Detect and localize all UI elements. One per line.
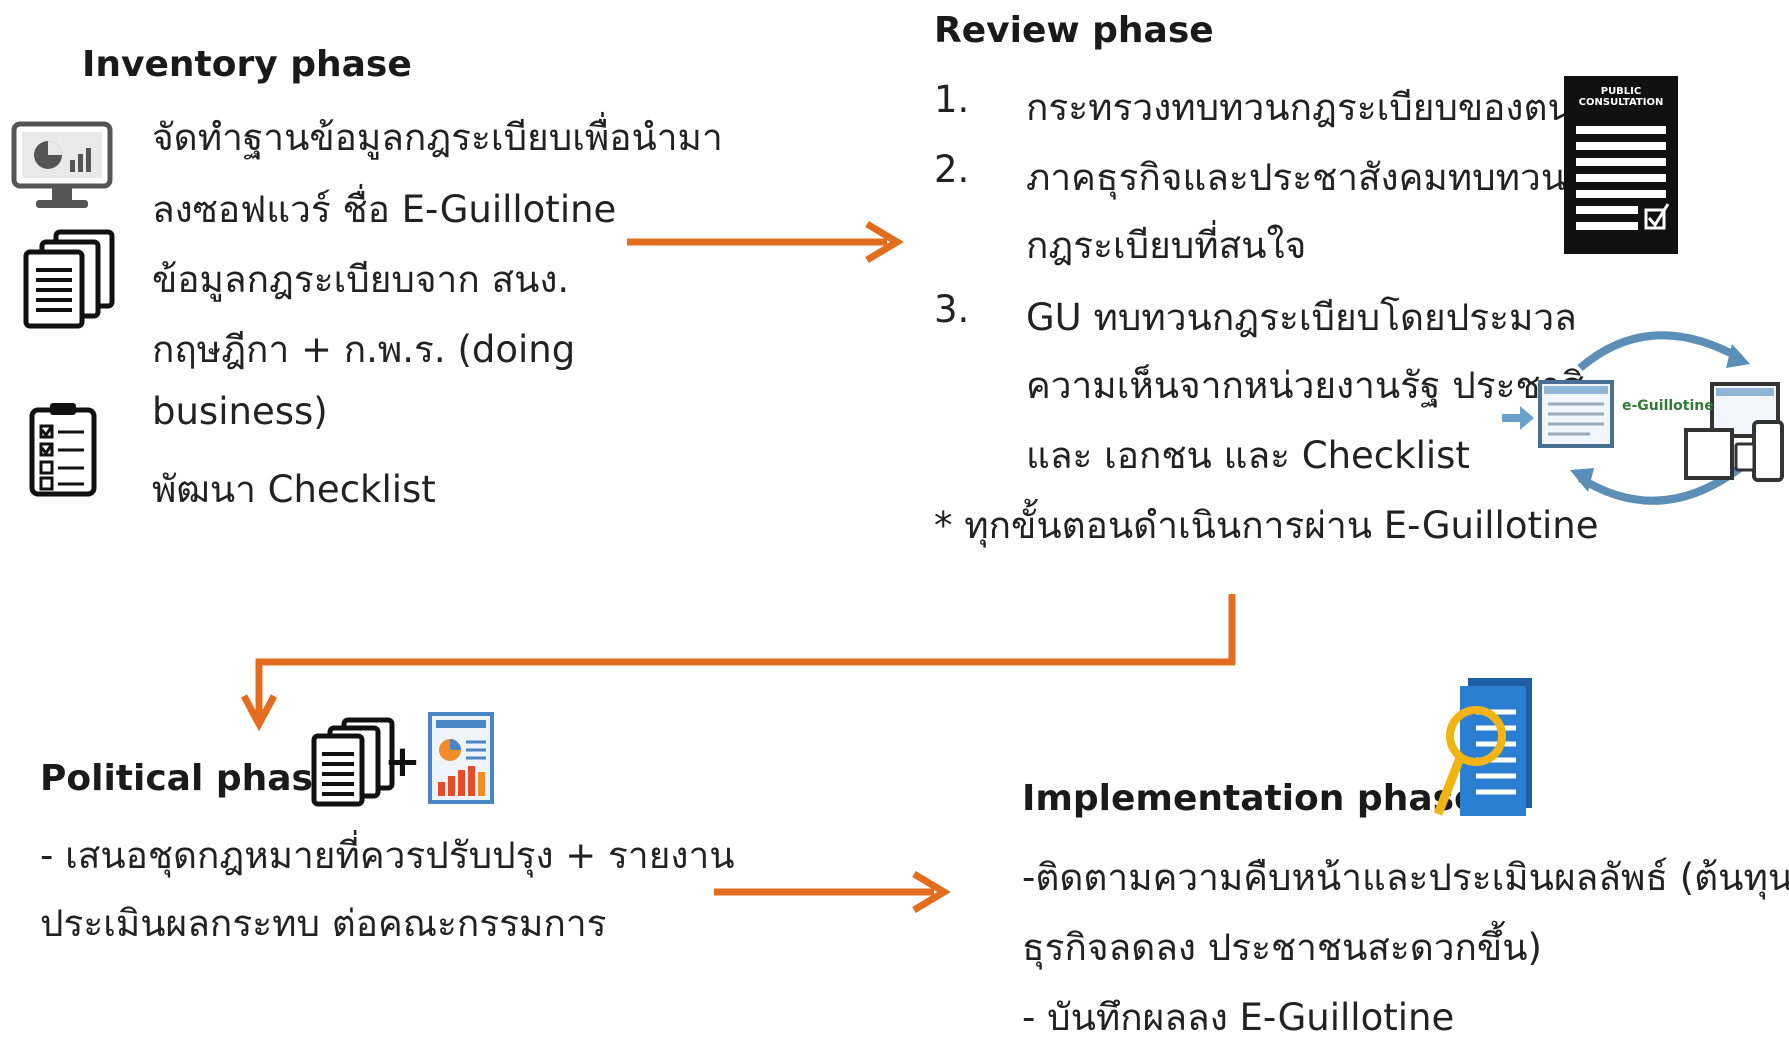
review-phase-title: Review phase — [934, 10, 1214, 51]
checklist-icon — [29, 403, 97, 497]
document-lines-icon — [1576, 126, 1670, 230]
inventory-phase-title: Inventory phase — [82, 44, 412, 85]
review-item-3-number: 3. — [934, 288, 970, 331]
implementation-line-3: - บันทึกผลลง E-Guillotine — [1022, 996, 1455, 1039]
review-item-2-line-1: ภาคธุรกิจและประชาสังคมทบทวน — [1026, 156, 1567, 199]
inventory-line-1: จัดทำฐานข้อมูลกฎระเบียบเพื่อนำมา — [152, 116, 723, 159]
e-guillotine-label: e-Guillotine — [1622, 398, 1714, 414]
public-consultation-label-line-1: PUBLIC — [1600, 86, 1642, 97]
review-item-3-line-3: และ เอกชน และ Checklist — [1026, 434, 1470, 477]
implementation-line-1: -ติดตามความคืบหน้าและประเมินผลลัพธ์ (ต้น… — [1022, 856, 1789, 899]
documents-stack-icon — [23, 229, 115, 329]
review-note: * ทุกขั้นตอนดำเนินการผ่าน E-Guillotine — [934, 504, 1599, 547]
e-guillotine-workflow-graphic — [1502, 331, 1784, 505]
review-item-3-line-1: GU ทบทวนกฎระเบียบโดยประมวล — [1026, 296, 1577, 339]
inventory-line-2: ลงซอฟแวร์ ชื่อ E-Guillotine — [152, 188, 617, 231]
implementation-phase-title: Implementation phase — [1022, 778, 1479, 819]
inventory-line-5: business) — [152, 390, 328, 433]
political-phase-title: Political phase — [40, 758, 338, 799]
review-item-2-line-2: กฎระเบียบที่สนใจ — [1026, 224, 1307, 267]
review-item-1-line-1: กระทรวงทบทวนกฎระเบียบของตน — [1026, 86, 1573, 129]
political-line-2: ประเมินผลกระทบ ต่อคณะกรรมการ — [40, 902, 607, 945]
arrow-inventory-to-review — [627, 220, 904, 264]
document-magnifier-icon — [1433, 678, 1532, 816]
implementation-line-2: ธุรกิจลดลง ประชาชนสะดวกขึ้น) — [1022, 926, 1542, 969]
inventory-line-6: พัฒนา Checklist — [152, 468, 436, 511]
public-consultation-label-line-2: CONSULTATION — [1578, 97, 1664, 108]
report-chart-icon — [428, 712, 494, 804]
public-consultation-label: PUBLIC CONSULTATION — [1564, 86, 1678, 108]
arrow-review-to-political — [240, 594, 1236, 732]
arrow-political-to-implementation — [714, 870, 951, 914]
plus-sign: + — [384, 736, 421, 787]
monitor-chart-icon — [11, 121, 113, 208]
review-item-1-number: 1. — [934, 78, 970, 121]
political-line-1: - เสนอชุดกฎหมายที่ควรปรับปรุง + รายงาน — [40, 834, 735, 877]
inventory-line-3: ข้อมูลกฎระเบียบจาก สนง. — [152, 258, 570, 301]
inventory-line-4: กฤษฎีกา + ก.พ.ร. (doing — [152, 328, 576, 371]
review-item-2-number: 2. — [934, 148, 970, 191]
public-consultation-icon: PUBLIC CONSULTATION — [1564, 76, 1678, 254]
